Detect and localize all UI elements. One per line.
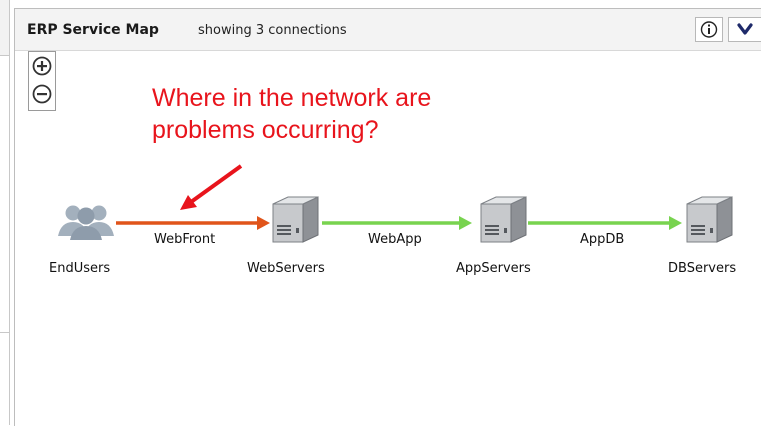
server-icon-dbservers[interactable] — [686, 196, 733, 243]
node-label-endusers[interactable]: EndUsers — [49, 261, 110, 276]
server-icon-webservers[interactable] — [272, 196, 319, 243]
users-icon[interactable] — [58, 205, 114, 241]
connection-webfront[interactable] — [116, 216, 270, 230]
service-map-canvas — [58, 164, 733, 243]
connection-label-appdb[interactable]: AppDB — [580, 232, 624, 247]
node-label-webservers[interactable]: WebServers — [247, 261, 325, 276]
connection-label-webfront[interactable]: WebFront — [154, 232, 215, 247]
connection-appdb[interactable] — [528, 216, 682, 230]
annotation-arrow — [189, 164, 243, 204]
node-label-appservers[interactable]: AppServers — [456, 261, 531, 276]
node-label-dbservers[interactable]: DBServers — [668, 261, 736, 276]
connection-label-webapp[interactable]: WebApp — [368, 232, 422, 247]
server-icon-appservers[interactable] — [480, 196, 527, 243]
connection-webapp[interactable] — [322, 216, 472, 230]
